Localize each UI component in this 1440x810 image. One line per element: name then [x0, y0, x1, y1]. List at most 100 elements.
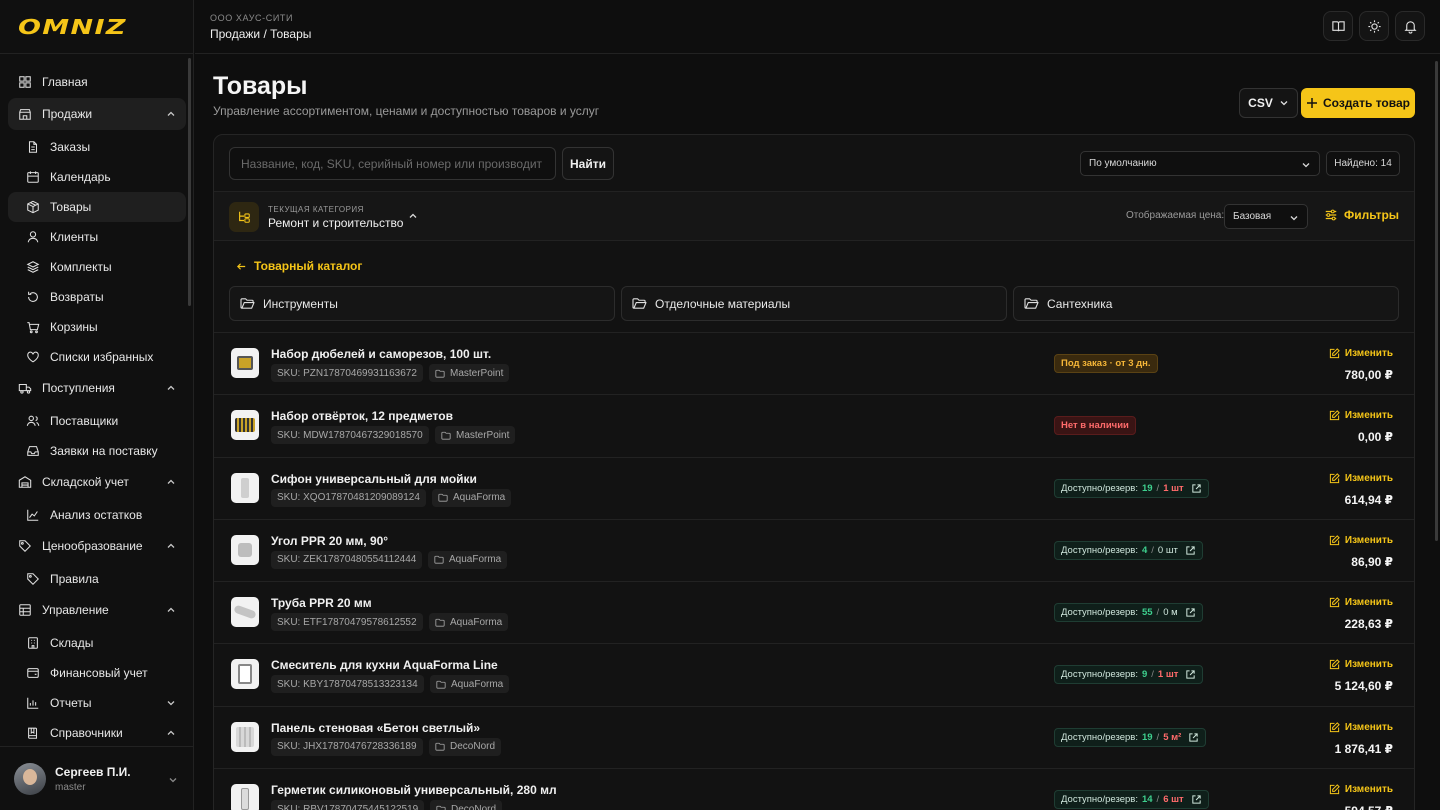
sidebar-item-18[interactable]: Склады: [8, 628, 186, 658]
product-price: 228,63 ₽: [1344, 617, 1393, 632]
table-row[interactable]: Смеситель для кухни AquaForma Line SKU: …: [214, 643, 1414, 705]
filters-button[interactable]: Фильтры: [1324, 208, 1399, 222]
catalog-back-link[interactable]: Товарный каталог: [236, 259, 362, 273]
sidebar-item-12[interactable]: Заявки на поставку: [8, 436, 186, 466]
logo[interactable]: OMNIZ: [18, 15, 127, 39]
category-name[interactable]: Ремонт и строительство: [268, 216, 403, 230]
product-name[interactable]: Панель стеновая «Бетон светлый»: [271, 721, 480, 735]
sidebar-item-0[interactable]: Главная: [8, 66, 186, 98]
brand-label: AquaForma: [450, 616, 503, 628]
tag-icon: [19, 540, 31, 552]
table-row[interactable]: Панель стеновая «Бетон светлый» SKU: JHX…: [214, 705, 1414, 768]
sidebar-item-7[interactable]: Возвраты: [8, 282, 186, 312]
chevron-up-icon[interactable]: [408, 211, 418, 221]
product-name[interactable]: Набор дюбелей и саморезов, 100 шт.: [271, 347, 491, 361]
stock-badge[interactable]: Доступно/резерв: 19 / 1 шт: [1054, 478, 1209, 498]
product-name[interactable]: Труба PPR 20 мм: [271, 596, 372, 610]
store-icon: [19, 109, 31, 120]
table-row[interactable]: Угол PPR 20 мм, 90° SKU: ZEK178704805541…: [214, 518, 1414, 581]
sidebar-scrollbar[interactable]: [188, 58, 191, 306]
sidebar-item-13[interactable]: Складской учет: [8, 466, 186, 498]
theme-toggle-button[interactable]: [1359, 11, 1389, 41]
edit-button[interactable]: Изменить: [1329, 784, 1393, 795]
sidebar-item-2[interactable]: Заказы: [8, 132, 186, 162]
product-sku: SKU: ETF17870479578612552: [271, 613, 423, 632]
sidebar-item-20[interactable]: Отчеты: [8, 688, 186, 718]
reserve-count: 1 шт: [1157, 669, 1179, 681]
stock-badge[interactable]: Доступно/резерв: 55 / 0 м: [1054, 603, 1203, 623]
sidebar-item-4[interactable]: Товары: [8, 192, 186, 222]
sidebar-item-15[interactable]: Ценообразование: [8, 530, 186, 562]
table-row[interactable]: Набор отвёрток, 12 предметов SKU: MDW178…: [214, 394, 1414, 456]
folder-tools[interactable]: Инструменты: [229, 286, 615, 321]
product-thumbnail[interactable]: [231, 784, 259, 810]
sidebar-item-6[interactable]: Комплекты: [8, 252, 186, 282]
status-badge: Под заказ · от 3 дн.: [1054, 354, 1158, 373]
sidebar-item-11[interactable]: Поставщики: [8, 406, 186, 436]
sidebar-item-21[interactable]: Справочники: [8, 718, 186, 748]
edit-button[interactable]: Изменить: [1329, 473, 1393, 484]
product-thumbnail[interactable]: [231, 534, 259, 565]
product-thumbnail[interactable]: [231, 721, 259, 752]
product-price: 0,00 ₽: [1357, 430, 1393, 445]
table-row[interactable]: Труба PPR 20 мм SKU: ETF1787047957861255…: [214, 581, 1414, 643]
product-thumbnail[interactable]: [231, 348, 259, 378]
sidebar-item-10[interactable]: Поступления: [8, 372, 186, 404]
users-icon: [26, 415, 40, 426]
product-thumbnail[interactable]: [231, 659, 259, 690]
notifications-button[interactable]: [1395, 11, 1425, 41]
create-product-button[interactable]: Создать товар: [1301, 88, 1415, 118]
stock-badge[interactable]: Доступно/резерв: 9 / 1 шт: [1054, 665, 1204, 685]
search-input[interactable]: [229, 147, 556, 180]
product-price: 614,94 ₽: [1344, 492, 1393, 507]
sidebar-item-label: Заявки на поставку: [50, 444, 158, 458]
sidebar-item-1[interactable]: Продажи: [8, 98, 186, 130]
product-thumbnail[interactable]: [231, 472, 259, 503]
edit-button[interactable]: Изменить: [1329, 597, 1393, 608]
product-thumbnail[interactable]: [231, 410, 259, 441]
stock-badge[interactable]: Доступно/резерв: 19 / 5 м²: [1054, 727, 1207, 747]
product-brand: AquaForma: [432, 488, 512, 507]
page-scrollbar[interactable]: [1435, 61, 1438, 541]
product-thumbnail[interactable]: [231, 597, 259, 628]
product-name[interactable]: Угол PPR 20 мм, 90°: [271, 534, 388, 548]
product-name[interactable]: Набор отвёрток, 12 предметов: [271, 409, 453, 423]
edit-button[interactable]: Изменить: [1329, 535, 1393, 546]
folder-plumbing[interactable]: Сантехника: [1013, 286, 1399, 321]
product-name[interactable]: Сифон универсальный для мойки: [271, 472, 477, 486]
edit-button[interactable]: Изменить: [1329, 348, 1393, 359]
price-type-select[interactable]: Базовая: [1224, 204, 1308, 229]
csv-export-button[interactable]: CSV: [1239, 88, 1298, 118]
user-menu[interactable]: Сергеев П.И. master: [0, 746, 194, 810]
sort-select[interactable]: По умолчанию: [1080, 151, 1320, 176]
sidebar-item-label: Списки избранных: [50, 350, 154, 364]
organization-name: ООО ХАУС-СИТИ: [210, 13, 294, 23]
external-link-icon: [1186, 670, 1196, 680]
edit-button[interactable]: Изменить: [1329, 722, 1393, 733]
sidebar-item-3[interactable]: Календарь: [8, 162, 186, 192]
table-row[interactable]: Герметик силиконовый универсальный, 280 …: [214, 768, 1414, 810]
folder-finishing-materials[interactable]: Отделочные материалы: [621, 286, 1007, 321]
product-name[interactable]: Смеситель для кухни AquaForma Line: [271, 658, 498, 672]
table-row[interactable]: Набор дюбелей и саморезов, 100 шт. SKU: …: [214, 332, 1414, 394]
sidebar-item-5[interactable]: Клиенты: [8, 222, 186, 252]
edit-button[interactable]: Изменить: [1329, 410, 1393, 421]
sidebar-item-8[interactable]: Корзины: [8, 312, 186, 342]
stock-badge[interactable]: Доступно/резерв: 14 / 6 шт: [1054, 790, 1209, 810]
breadcrumb[interactable]: Продажи / Товары: [210, 27, 311, 41]
sidebar-item-17[interactable]: Управление: [8, 594, 186, 626]
sun-icon: [1367, 19, 1381, 33]
sidebar-item-label: Корзины: [50, 320, 98, 334]
table-row[interactable]: Сифон универсальный для мойки SKU: XQO17…: [214, 456, 1414, 519]
sidebar-item-19[interactable]: Финансовый учет: [8, 658, 186, 688]
edit-button[interactable]: Изменить: [1329, 659, 1393, 670]
sidebar-item-16[interactable]: Правила: [8, 564, 186, 594]
sidebar-item-14[interactable]: Анализ остатков: [8, 500, 186, 530]
stock-badge[interactable]: Доступно/резерв: 4 / 0 шт: [1054, 540, 1203, 560]
edit-label: Изменить: [1344, 410, 1393, 422]
reserve-count: 1 шт: [1163, 482, 1184, 494]
sidebar-item-9[interactable]: Списки избранных: [8, 342, 186, 372]
book-button[interactable]: [1323, 11, 1353, 41]
product-name[interactable]: Герметик силиконовый универсальный, 280 …: [271, 783, 557, 797]
find-button[interactable]: Найти: [562, 147, 614, 180]
